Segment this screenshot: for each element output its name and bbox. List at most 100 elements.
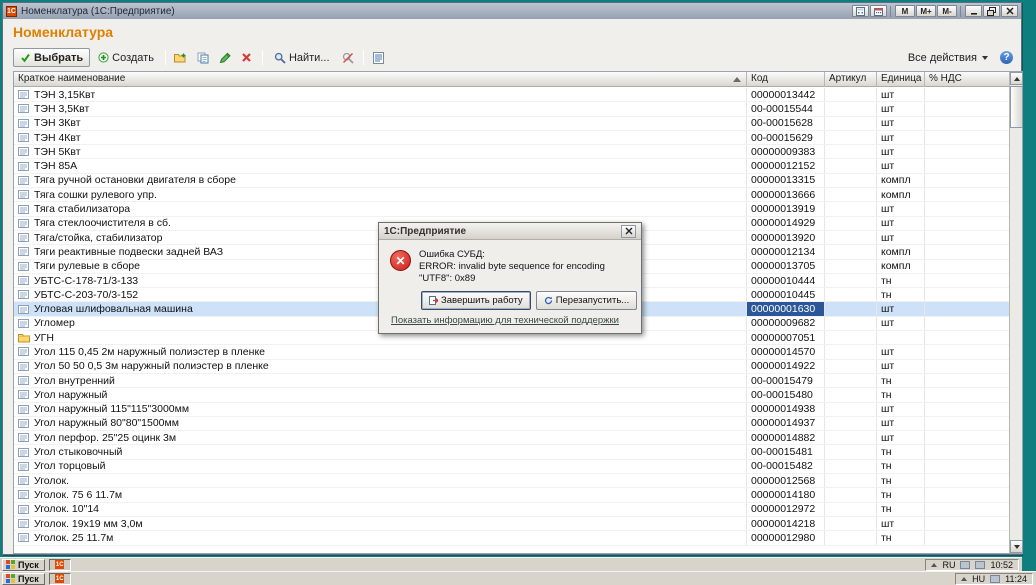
table-row[interactable]: ТЭН 4Квт00-00015629шт [14,131,1010,145]
scroll-down-button[interactable] [1010,540,1023,553]
dialog-titlebar[interactable]: 1С:Предприятие [379,223,641,240]
cell-unit: шт [877,131,925,144]
network-tray-icon[interactable] [975,561,985,569]
table-row[interactable]: ТЭН 3,15Квт00000013442шт [14,88,1010,102]
cell-vat [925,145,1010,158]
minimize-button[interactable] [965,5,982,17]
memory-m-plus-button[interactable]: М+ [916,5,936,17]
dialog-close-button[interactable] [621,225,636,238]
scroll-up-button[interactable] [1010,72,1023,85]
taskbar-app-1c-remote[interactable]: 1С [49,559,71,571]
calendar-icon[interactable] [870,5,887,17]
table-row[interactable]: Угол внутренний00-00015479тн [14,374,1010,388]
create-button[interactable]: Создать [92,48,160,67]
item-icon [18,261,30,272]
cell-code: 00000009682 [747,317,825,330]
cell-article [825,360,877,373]
language-indicator[interactable]: RU [942,560,955,570]
table-row[interactable]: Угол перфор. 25"25 оцинк 3м00000014882шт [14,431,1010,445]
table-row[interactable]: Угол наружный 80"80"1500мм00000014937шт [14,417,1010,431]
table-row[interactable]: Уголок. 75 6 11.7м00000014180тн [14,488,1010,502]
table-row[interactable]: Уголок. 19х19 мм 3,0м00000014218шт [14,517,1010,531]
display-tray-icon[interactable] [990,575,1000,583]
restart-button[interactable]: Перезапустить... [536,291,638,310]
cell-name: ТЭН 5Квт [14,145,747,158]
copy-item-button[interactable] [193,48,213,67]
cell-vat [925,302,1010,315]
help-icon[interactable]: ? [1000,51,1013,64]
scrollbar-thumb[interactable] [1010,86,1023,128]
support-info-link[interactable]: Показать информацию для технической подд… [391,315,619,326]
cell-vat [925,531,1010,544]
window-titlebar[interactable]: 1С Номенклатура (1С:Предприятие) М М+ М- [3,3,1021,19]
cell-code: 00-00015481 [747,445,825,458]
search-cancel-icon [342,52,354,64]
table-row[interactable]: ТЭН 85А00000012152шт [14,159,1010,173]
taskbar-app-1c-host[interactable]: 1С [49,573,71,585]
table-row[interactable]: ТЭН 3,5Квт00-00015544шт [14,102,1010,116]
cell-unit: шт [877,517,925,530]
table-row[interactable]: Угол торцовый00-00015482тн [14,460,1010,474]
quit-button[interactable]: Завершить работу [421,291,531,310]
calculator-icon[interactable] [852,5,869,17]
tray-expand-icon[interactable] [961,577,967,581]
table-row[interactable]: Угол наружный00-00015480тн [14,388,1010,402]
cell-article [825,217,877,230]
cell-vat [925,159,1010,172]
edit-button[interactable] [215,48,235,67]
close-button[interactable] [1001,5,1018,17]
tray-expand-icon[interactable] [931,563,937,567]
cell-code: 00-00015480 [747,388,825,401]
column-header-code[interactable]: Код [747,72,825,87]
cell-name: Угол стыковочный [14,445,747,458]
cell-name: ТЭН 4Квт [14,131,747,144]
column-header-unit[interactable]: Единица [877,72,925,87]
error-icon: ✕ [390,250,411,271]
table-row[interactable]: Угол стыковочный00-00015481тн [14,445,1010,459]
vertical-scrollbar[interactable] [1009,72,1022,553]
column-header-vat[interactable]: % НДС [925,72,1010,87]
cell-code: 00000007051 [747,331,825,344]
create-group-button[interactable] [171,48,191,67]
delete-button[interactable] [237,48,257,67]
restore-button[interactable] [983,5,1000,17]
cell-vat [925,274,1010,287]
command-bar: Выбрать Создать Найти... [13,47,1013,68]
cell-code: 00000012980 [747,531,825,544]
table-row[interactable]: Уголок. 25 11.7м00000012980тн [14,531,1010,545]
language-indicator[interactable]: HU [972,574,985,584]
table-row[interactable]: Тяга сошки рулевого упр.00000013666компл [14,188,1010,202]
cell-vat [925,260,1010,273]
find-button[interactable]: Найти... [268,48,336,67]
memory-m-minus-button[interactable]: М- [937,5,957,17]
cell-article [825,188,877,201]
column-header-name[interactable]: Краткое наименование [14,72,747,87]
select-button[interactable]: Выбрать [13,48,90,67]
cell-unit: тн [877,460,925,473]
table-row[interactable]: Уголок.00000012568тн [14,474,1010,488]
start-button-host[interactable]: Пуск [2,573,45,585]
table-row[interactable]: Уголок. 10"1400000012972тн [14,503,1010,517]
table-row[interactable]: Угол 50 50 0,5 3м наружный полиэстер в п… [14,360,1010,374]
close-icon [625,227,633,235]
table-row[interactable]: Тяга стабилизатора00000013919шт [14,202,1010,216]
all-actions-button[interactable]: Все действия [902,48,994,67]
column-header-article[interactable]: Артикул [825,72,877,87]
keyboard-tray-icon[interactable] [960,561,970,569]
table-row[interactable]: Угол наружный 115"115"3000мм00000014938ш… [14,403,1010,417]
memory-m-button[interactable]: М [895,5,915,17]
table-row[interactable]: ТЭН 3Квт00-00015628шт [14,117,1010,131]
table-row[interactable]: Тяга ручной остановки двигателя в сборе0… [14,174,1010,188]
copy-icon [197,52,209,64]
cancel-search-button[interactable] [338,48,358,67]
cell-article [825,345,877,358]
cell-vat [925,417,1010,430]
cell-unit: тн [877,488,925,501]
cell-code: 00000014180 [747,488,825,501]
toolbar-separator [165,50,166,65]
table-row[interactable]: ТЭН 5Квт00000009383шт [14,145,1010,159]
start-button-remote[interactable]: Пуск [2,559,45,571]
table-row[interactable]: Угол 115 0,45 2м наружный полиэстер в пл… [14,345,1010,359]
cell-code: 00000014882 [747,431,825,444]
output-list-button[interactable] [369,48,389,67]
